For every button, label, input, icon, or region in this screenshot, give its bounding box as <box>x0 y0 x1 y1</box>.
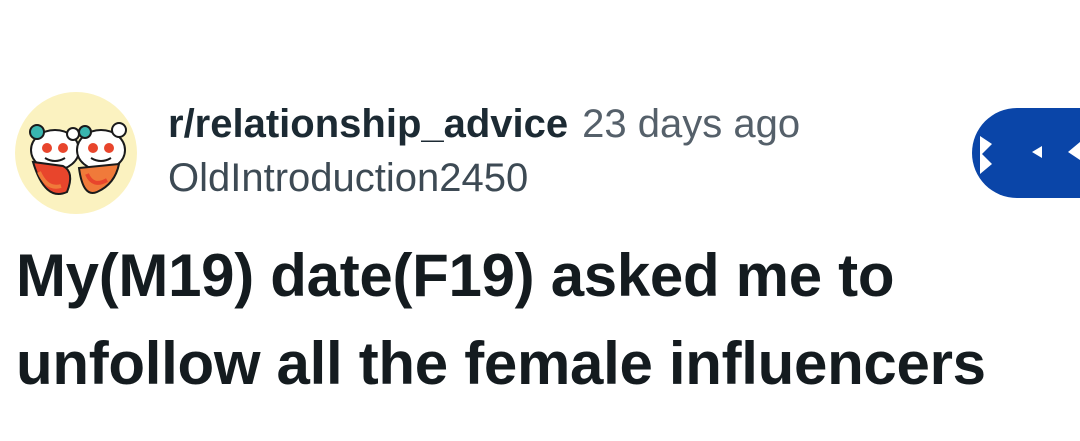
post-meta: r/relationship_advice 23 days ago OldIntr… <box>168 98 800 206</box>
subreddit-link[interactable]: r/relationship_advice <box>168 102 568 146</box>
join-button[interactable] <box>972 108 1080 198</box>
post-title[interactable]: My(M19) date(F19) asked me to unfollow a… <box>16 232 1076 408</box>
meta-line: r/relationship_advice 23 days ago <box>168 98 800 150</box>
post-time: 23 days ago <box>582 102 801 146</box>
subreddit-avatar-icon[interactable] <box>15 92 137 214</box>
join-button-icon <box>980 136 1080 174</box>
post-header: r/relationship_advice 23 days ago OldIntr… <box>0 0 1080 230</box>
author-link[interactable]: OldIntroduction2450 <box>168 150 800 206</box>
